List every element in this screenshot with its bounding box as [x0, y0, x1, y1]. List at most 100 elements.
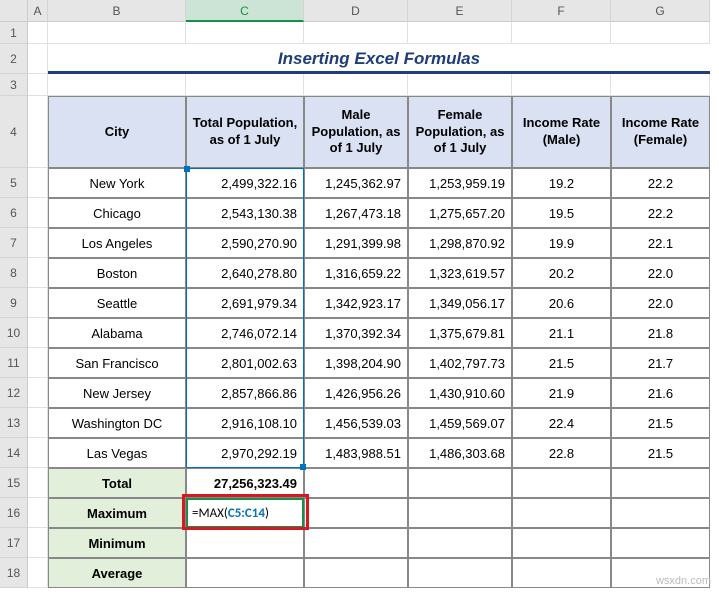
cell-A3[interactable] — [28, 74, 48, 96]
cell-F3[interactable] — [512, 74, 611, 96]
total-cell[interactable]: 2,691,979.34 — [186, 288, 304, 318]
total-cell[interactable]: 2,499,322.16 — [186, 168, 304, 198]
cell-E1[interactable] — [408, 22, 512, 44]
total-cell[interactable]: 2,916,108.10 — [186, 408, 304, 438]
cell-gutter[interactable] — [28, 258, 48, 288]
rate-female-cell[interactable]: 22.1 — [611, 228, 710, 258]
male-cell[interactable]: 1,398,204.90 — [304, 348, 408, 378]
male-cell[interactable]: 1,245,362.97 — [304, 168, 408, 198]
cell-D1[interactable] — [304, 22, 408, 44]
female-cell[interactable]: 1,486,303.68 — [408, 438, 512, 468]
row-header-16[interactable]: 16 — [0, 498, 27, 528]
row-header-2[interactable]: 2 — [0, 44, 27, 74]
col-header-A[interactable]: A — [28, 0, 48, 22]
cell-D3[interactable] — [304, 74, 408, 96]
rate-female-cell[interactable]: 21.5 — [611, 438, 710, 468]
rate-male-cell[interactable]: 21.9 — [512, 378, 611, 408]
female-cell[interactable]: 1,459,569.07 — [408, 408, 512, 438]
male-cell[interactable]: 1,342,923.17 — [304, 288, 408, 318]
cell-E18[interactable] — [408, 558, 512, 588]
row-header-1[interactable]: 1 — [0, 22, 27, 44]
rate-male-cell[interactable]: 21.1 — [512, 318, 611, 348]
summary-avg-label[interactable]: Average — [48, 558, 186, 588]
row-header-18[interactable]: 18 — [0, 558, 27, 588]
rate-female-cell[interactable]: 21.5 — [611, 408, 710, 438]
cell-gutter[interactable] — [28, 438, 48, 468]
header-male-pop[interactable]: Male Population, as of 1 July — [304, 96, 408, 168]
cell-A18[interactable] — [28, 558, 48, 588]
cell-A4[interactable] — [28, 96, 48, 168]
total-cell[interactable]: 2,746,072.14 — [186, 318, 304, 348]
cell-D18[interactable] — [304, 558, 408, 588]
rate-male-cell[interactable]: 19.2 — [512, 168, 611, 198]
cell-D17[interactable] — [304, 528, 408, 558]
rate-female-cell[interactable]: 21.6 — [611, 378, 710, 408]
cell-F18[interactable] — [512, 558, 611, 588]
header-total-pop[interactable]: Total Population, as of 1 July — [186, 96, 304, 168]
col-header-E[interactable]: E — [408, 0, 512, 22]
female-cell[interactable]: 1,275,657.20 — [408, 198, 512, 228]
city-cell[interactable]: Alabama — [48, 318, 186, 348]
col-header-F[interactable]: F — [512, 0, 611, 22]
rate-female-cell[interactable]: 22.2 — [611, 168, 710, 198]
cell-C17[interactable] — [186, 528, 304, 558]
rate-female-cell[interactable]: 22.2 — [611, 198, 710, 228]
row-header-9[interactable]: 9 — [0, 288, 27, 318]
rate-male-cell[interactable]: 21.5 — [512, 348, 611, 378]
cell-gutter[interactable] — [28, 288, 48, 318]
city-cell[interactable]: Chicago — [48, 198, 186, 228]
row-header-4[interactable]: 4 — [0, 96, 27, 168]
cell-A2[interactable] — [28, 44, 48, 74]
female-cell[interactable]: 1,349,056.17 — [408, 288, 512, 318]
cell-C3[interactable] — [186, 74, 304, 96]
cell-A17[interactable] — [28, 528, 48, 558]
row-header-3[interactable]: 3 — [0, 74, 27, 96]
formula-edit-cell[interactable]: =MAX(C5:C14) — [186, 498, 304, 528]
total-cell[interactable]: 2,970,292.19 — [186, 438, 304, 468]
rate-female-cell[interactable]: 22.0 — [611, 288, 710, 318]
row-header-10[interactable]: 10 — [0, 318, 27, 348]
cell-F16[interactable] — [512, 498, 611, 528]
row-header-12[interactable]: 12 — [0, 378, 27, 408]
select-all-corner[interactable] — [0, 0, 28, 22]
cell-gutter[interactable] — [28, 378, 48, 408]
header-rate-male[interactable]: Income Rate (Male) — [512, 96, 611, 168]
cell-F17[interactable] — [512, 528, 611, 558]
cell-F1[interactable] — [512, 22, 611, 44]
header-rate-female[interactable]: Income Rate (Female) — [611, 96, 710, 168]
row-header-7[interactable]: 7 — [0, 228, 27, 258]
col-header-D[interactable]: D — [304, 0, 408, 22]
worksheet-grid[interactable]: Inserting Excel Formulas City Total Popu… — [28, 22, 719, 588]
cell-G15[interactable] — [611, 468, 710, 498]
cell-gutter[interactable] — [28, 348, 48, 378]
page-title[interactable]: Inserting Excel Formulas — [48, 44, 710, 74]
cell-A1[interactable] — [28, 22, 48, 44]
rate-female-cell[interactable]: 22.0 — [611, 258, 710, 288]
male-cell[interactable]: 1,291,399.98 — [304, 228, 408, 258]
cell-gutter[interactable] — [28, 408, 48, 438]
cell-gutter[interactable] — [28, 318, 48, 348]
rate-male-cell[interactable]: 20.2 — [512, 258, 611, 288]
male-cell[interactable]: 1,456,539.03 — [304, 408, 408, 438]
male-cell[interactable]: 1,370,392.34 — [304, 318, 408, 348]
cell-G3[interactable] — [611, 74, 710, 96]
male-cell[interactable]: 1,267,473.18 — [304, 198, 408, 228]
city-cell[interactable]: New Jersey — [48, 378, 186, 408]
row-header-11[interactable]: 11 — [0, 348, 27, 378]
header-female-pop[interactable]: Female Population, as of 1 July — [408, 96, 512, 168]
cell-C1[interactable] — [186, 22, 304, 44]
cell-E17[interactable] — [408, 528, 512, 558]
row-header-5[interactable]: 5 — [0, 168, 27, 198]
cell-gutter[interactable] — [28, 168, 48, 198]
rate-male-cell[interactable]: 19.5 — [512, 198, 611, 228]
total-cell[interactable]: 2,857,866.86 — [186, 378, 304, 408]
male-cell[interactable]: 1,316,659.22 — [304, 258, 408, 288]
cell-F15[interactable] — [512, 468, 611, 498]
cell-A16[interactable] — [28, 498, 48, 528]
female-cell[interactable]: 1,402,797.73 — [408, 348, 512, 378]
female-cell[interactable]: 1,253,959.19 — [408, 168, 512, 198]
col-header-G[interactable]: G — [611, 0, 710, 22]
female-cell[interactable]: 1,375,679.81 — [408, 318, 512, 348]
male-cell[interactable]: 1,426,956.26 — [304, 378, 408, 408]
cell-B1[interactable] — [48, 22, 186, 44]
